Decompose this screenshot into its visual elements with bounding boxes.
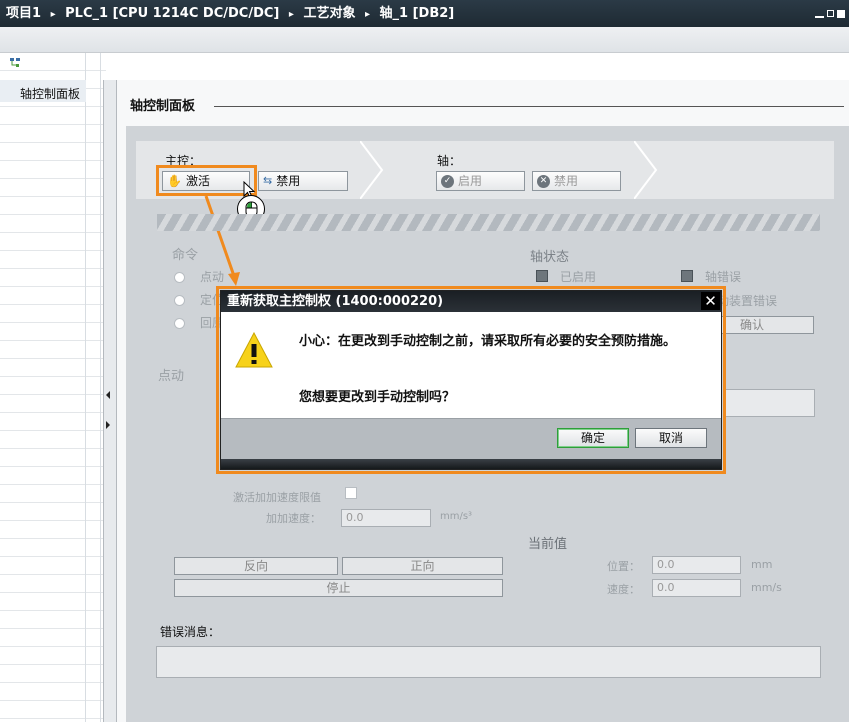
jerk-label: 加加速度：: [266, 512, 321, 525]
jog-side-field: [724, 389, 815, 417]
enable-axis-label: 启用: [458, 174, 483, 188]
error-message-label: 错误消息：: [160, 625, 221, 639]
title-divider: [214, 106, 844, 107]
stop-button[interactable]: 停止: [174, 579, 503, 597]
left-navigation: [0, 53, 106, 722]
breadcrumb-sep: ▸: [364, 9, 371, 20]
ok-button[interactable]: 确定: [557, 428, 629, 448]
status-enabled-indicator: [536, 270, 548, 282]
window-title-bar: 项目1 ▸ PLC_1 [CPU 1214C DC/DC/DC] ▸ 工艺对象 …: [0, 0, 849, 27]
status-enabled-label: 已启用: [560, 270, 597, 284]
current-values-label: 当前值: [528, 537, 568, 552]
expand-right-icon[interactable]: [106, 421, 110, 429]
dialog-body: [221, 312, 721, 418]
radio-jog[interactable]: [174, 272, 185, 283]
tree-icon[interactable]: [10, 58, 24, 68]
dialog-question: 您想要更改到手动控制吗？: [299, 390, 456, 405]
toolbar-strip: [0, 27, 849, 53]
chevron-divider-icon: [634, 141, 658, 199]
position-label: 位置：: [607, 560, 640, 573]
restore-icon[interactable]: [827, 10, 834, 17]
axis-label: 轴：: [437, 154, 462, 168]
dialog-message: 小心：在更改到手动控制之前，请采取所有必要的安全预防措施。: [299, 334, 677, 349]
disabled-stripe-bar: [157, 214, 820, 231]
breadcrumb-sep: ▸: [50, 9, 56, 20]
cross-circle-icon: ✕: [537, 174, 550, 188]
jerk-limit-checkbox[interactable]: [345, 487, 357, 499]
release-control-icon: ⇆: [263, 174, 273, 187]
forward-button[interactable]: 正向: [342, 557, 503, 575]
nav-item-axis-control-panel[interactable]: 轴控制面板: [20, 85, 80, 102]
check-circle-icon: ✓: [441, 174, 454, 188]
collapse-left-icon[interactable]: [106, 391, 110, 399]
cancel-button[interactable]: 取消: [635, 428, 707, 448]
status-axis-error-indicator: [681, 270, 693, 282]
disable-axis-label: 禁用: [554, 174, 579, 188]
jerk-limit-label: 激活加加速度限值: [233, 491, 321, 504]
command-label: 命令: [172, 248, 199, 263]
breadcrumb-project[interactable]: 项目1: [6, 6, 41, 21]
minimize-icon[interactable]: [815, 15, 824, 18]
command-jog-label: 点动: [200, 270, 225, 284]
jerk-unit: mm/s³: [440, 511, 473, 522]
breadcrumb-tech-objects[interactable]: 工艺对象: [303, 6, 355, 21]
jog-section-label: 点动: [158, 369, 185, 384]
jerk-input[interactable]: 0.0: [341, 509, 431, 527]
axis-status-label: 轴状态: [530, 250, 570, 265]
breadcrumb-plc[interactable]: PLC_1 [CPU 1214C DC/DC/DC]: [65, 6, 279, 21]
status-axis-error-label: 轴错误: [705, 270, 742, 284]
close-icon[interactable]: ✕: [701, 292, 720, 310]
chevron-divider-icon: [360, 141, 384, 199]
radio-position[interactable]: [174, 295, 185, 306]
speed-unit: mm/s: [751, 581, 782, 594]
speed-label: 速度：: [607, 583, 640, 596]
warning-icon: [235, 331, 273, 368]
position-unit: mm: [751, 558, 773, 571]
position-field: 0.0: [652, 556, 741, 574]
reverse-button[interactable]: 反向: [174, 557, 338, 575]
breadcrumb-sep: ▸: [288, 9, 294, 20]
radio-home[interactable]: [174, 318, 185, 329]
disable-axis-button[interactable]: ✕ 禁用: [532, 171, 621, 191]
window-controls: [815, 0, 845, 27]
speed-field: 0.0: [652, 579, 741, 597]
splitter[interactable]: [103, 80, 117, 722]
activate-highlight: [156, 165, 257, 196]
page-title: 轴控制面板: [130, 99, 196, 114]
maximize-icon[interactable]: [837, 9, 845, 18]
error-message-box: [156, 646, 821, 678]
dialog-bottom-bar: [221, 459, 721, 469]
disable-master-label: 禁用: [276, 174, 301, 188]
breadcrumb-axis[interactable]: 轴_1 [DB2]: [380, 6, 455, 21]
dialog-title: 重新获取主控制权 (1400:000220): [221, 291, 721, 312]
enable-axis-button[interactable]: ✓ 启用: [436, 171, 525, 191]
disable-master-button[interactable]: ⇆ 禁用: [258, 171, 348, 191]
